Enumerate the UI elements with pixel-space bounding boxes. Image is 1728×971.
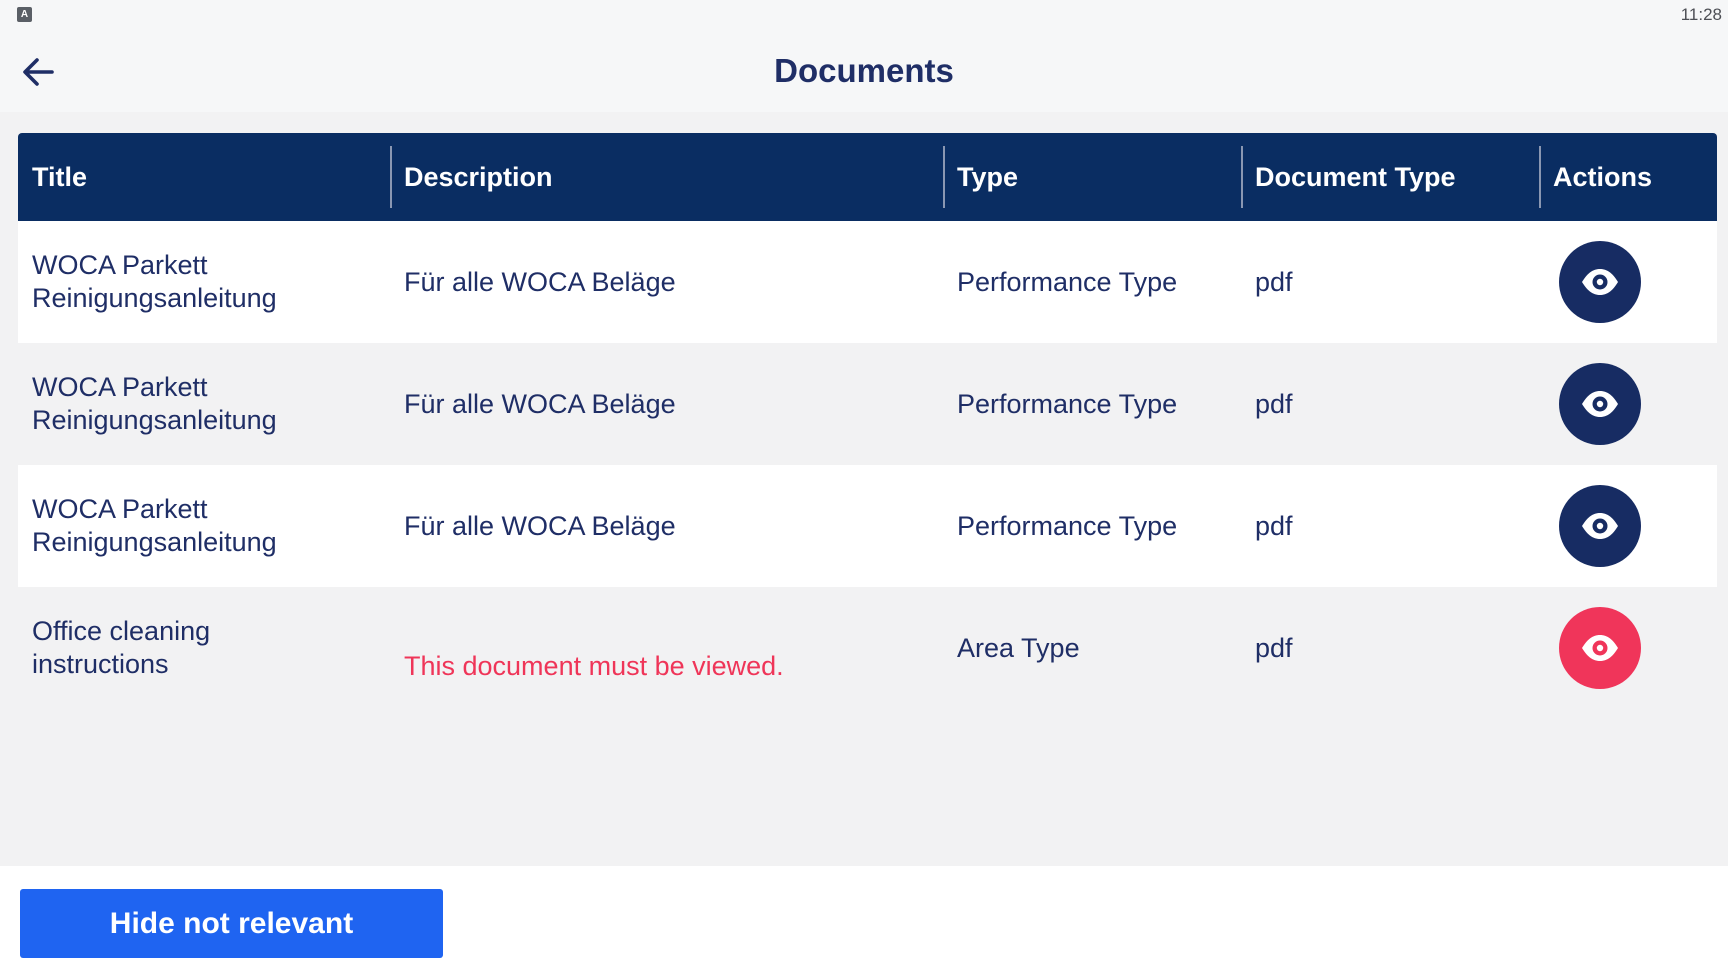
view-document-button[interactable] bbox=[1559, 241, 1641, 323]
page-title: Documents bbox=[774, 52, 954, 89]
documents-table: Title Description Type Document Type Act… bbox=[18, 133, 1717, 709]
cell-type: Performance Type bbox=[957, 510, 1178, 541]
cell-title: WOCA Parkett Reinigungsanleitung bbox=[18, 221, 378, 343]
cell-document-type: pdf bbox=[1255, 388, 1293, 419]
title-line: Office cleaning bbox=[32, 616, 211, 646]
table-header: Title Description Type Document Type Act… bbox=[18, 133, 1717, 221]
cell-description: Für alle WOCA Beläge bbox=[404, 388, 676, 419]
bottom-bar: Hide not relevant bbox=[0, 866, 1728, 971]
title-line: Reinigungsanleitung bbox=[32, 283, 277, 313]
app-indicator-icon: A bbox=[17, 7, 32, 22]
title-line: WOCA Parkett bbox=[32, 250, 208, 280]
title-line: Reinigungsanleitung bbox=[32, 405, 277, 435]
cell-title: Office cleaning instructions bbox=[18, 587, 378, 709]
cell-title: WOCA Parkett Reinigungsanleitung bbox=[18, 343, 378, 465]
title-line: WOCA Parkett bbox=[32, 372, 208, 402]
app-header: Documents bbox=[0, 30, 1728, 112]
eye-icon bbox=[1582, 269, 1618, 295]
title-line: instructions bbox=[32, 649, 169, 679]
cell-document-type: pdf bbox=[1255, 266, 1293, 297]
title-line: WOCA Parkett bbox=[32, 494, 208, 524]
column-header-document-type[interactable]: Document Type bbox=[1241, 133, 1539, 221]
cell-description: Für alle WOCA Beläge bbox=[404, 510, 676, 541]
view-document-button[interactable] bbox=[1559, 607, 1641, 689]
view-document-button[interactable] bbox=[1559, 485, 1641, 567]
title-line: Reinigungsanleitung bbox=[32, 527, 277, 557]
cell-document-type: pdf bbox=[1255, 510, 1293, 541]
cell-type: Performance Type bbox=[957, 266, 1178, 297]
cell-type: Performance Type bbox=[957, 388, 1178, 419]
table-row[interactable]: WOCA Parkett Reinigungsanleitung Für alle… bbox=[18, 465, 1717, 587]
status-time: 11:28 bbox=[1680, 5, 1722, 24]
column-header-type[interactable]: Type bbox=[943, 133, 1241, 221]
view-document-button[interactable] bbox=[1559, 363, 1641, 445]
column-header-actions: Actions bbox=[1553, 161, 1653, 192]
column-header-title[interactable]: Title bbox=[18, 133, 390, 221]
table-row[interactable]: Office cleaning instructions This documen… bbox=[18, 587, 1717, 709]
cell-description: Für alle WOCA Beläge bbox=[404, 266, 676, 297]
cell-type: Area Type bbox=[957, 632, 1080, 663]
table-row[interactable]: WOCA Parkett Reinigungsanleitung Für alle… bbox=[18, 343, 1717, 465]
column-header-description[interactable]: Description bbox=[390, 133, 943, 221]
table-row[interactable]: WOCA Parkett Reinigungsanleitung Für alle… bbox=[18, 221, 1717, 343]
eye-icon bbox=[1582, 635, 1618, 661]
hide-not-relevant-button[interactable]: Hide not relevant bbox=[20, 889, 443, 958]
eye-icon bbox=[1582, 513, 1618, 539]
must-view-warning: This document must be viewed. bbox=[404, 651, 784, 681]
status-bar: A 11:28 bbox=[0, 0, 1728, 30]
cell-document-type: pdf bbox=[1255, 632, 1293, 663]
eye-icon bbox=[1582, 391, 1618, 417]
cell-title: WOCA Parkett Reinigungsanleitung bbox=[18, 465, 378, 587]
